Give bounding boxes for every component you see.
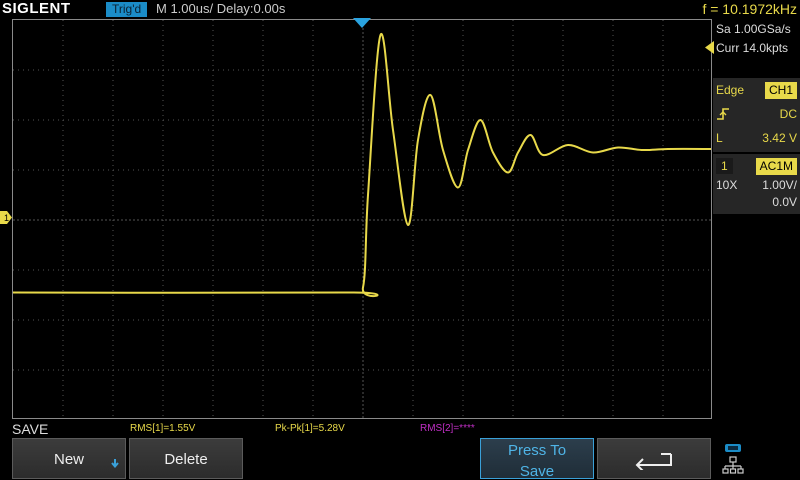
- side-info-panel: Sa 1.00GSa/s Curr 14.0kpts Edge CH1 DC L…: [713, 19, 800, 438]
- measurement-rms-ch2: RMS[2]=****: [420, 423, 475, 434]
- sample-rate-text: Sa 1.00GSa/s: [716, 22, 791, 36]
- waveform-display[interactable]: [12, 19, 712, 419]
- timebase-readout[interactable]: M 1.00us/ Delay:0.00s: [156, 0, 285, 18]
- back-button[interactable]: [597, 438, 711, 479]
- trigger-level-label: L: [716, 131, 723, 145]
- network-icon: [722, 444, 744, 474]
- trigger-level-value: 3.42 V: [762, 131, 797, 145]
- chevron-down-icon: [111, 459, 119, 468]
- trigger-type: Edge: [716, 83, 745, 97]
- trigger-source: CH1: [764, 82, 797, 99]
- sample-rate-readout: Sa 1.00GSa/s: [713, 19, 800, 39]
- back-arrow-icon: [635, 453, 672, 470]
- press-to-save-button[interactable]: Press To Save: [480, 438, 594, 480]
- rising-edge-icon: [716, 107, 730, 127]
- svg-text:1: 1: [4, 213, 9, 223]
- memory-depth-readout: Curr 14.0kpts: [713, 38, 800, 58]
- delete-button[interactable]: Delete: [129, 438, 243, 479]
- trigger-position-icon[interactable]: [353, 18, 371, 28]
- delete-button-label: Delete: [164, 451, 208, 468]
- graticule: [13, 20, 711, 418]
- brand-logo: SIGLENT: [2, 0, 71, 17]
- new-button-label: New: [53, 451, 84, 468]
- memory-depth-text: Curr 14.0kpts: [716, 41, 789, 55]
- trigger-status-badge[interactable]: Trig'd: [106, 2, 148, 17]
- measurement-rms-ch1: RMS[1]=1.55V: [130, 423, 196, 434]
- measurement-bar: SAVE RMS[1]=1.55V Pk-Pk[1]=5.28V RMS[2]=…: [0, 420, 712, 438]
- frequency-counter: f = 10.1972kHz: [702, 1, 797, 17]
- channel-number: 1: [716, 158, 733, 174]
- trigger-settings-block[interactable]: Edge CH1 DC L 3.42 V: [713, 78, 800, 152]
- menu-title: SAVE: [12, 421, 49, 437]
- measurement-pkpk-ch1: Pk-Pk[1]=5.28V: [275, 423, 345, 434]
- channel-coupling: AC1M: [755, 158, 797, 175]
- vertical-offset: 0.0V: [772, 195, 797, 209]
- status-bar: SIGLENT Trig'd M 1.00us/ Delay:0.00s f =…: [0, 0, 800, 19]
- trigger-coupling: DC: [779, 107, 797, 121]
- new-button[interactable]: New: [12, 438, 126, 479]
- save-label-line2: Save: [519, 463, 555, 480]
- channel1-settings-block[interactable]: 1 AC1M 10X 1.00V/ 0.0V: [713, 154, 800, 214]
- save-label-line1: Press To: [507, 442, 567, 459]
- ch1-offset-marker-icon[interactable]: 1: [0, 211, 12, 224]
